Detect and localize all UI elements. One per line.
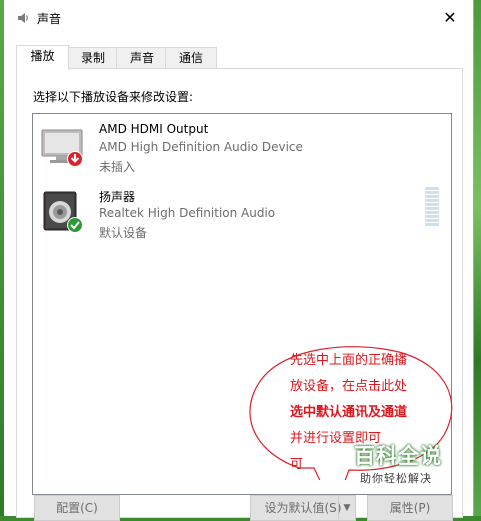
set-default-button[interactable]: 设为默认值(S) ▼ [250, 495, 356, 521]
watermark-logo: 百科全说 助你轻松解决 [342, 438, 452, 494]
watermark-title: 百科全说 [354, 444, 442, 468]
device-driver: AMD High Definition Audio Device [99, 140, 303, 154]
window-title: 声音 [37, 12, 62, 26]
device-status: 未插入 [99, 160, 136, 174]
configure-button[interactable]: 配置(C) [34, 495, 120, 521]
speaker-icon [43, 191, 83, 233]
title-bar: 声音 ✕ [4, 0, 473, 36]
device-status: 默认设备 [99, 226, 148, 240]
tab-recording[interactable]: 录制 [67, 47, 119, 69]
annotation-line-3: 选中默认通讯及通道 [290, 405, 408, 420]
instruction-label: 选择以下播放设备来修改设置: [33, 90, 194, 104]
volume-level-meter [425, 187, 439, 229]
device-item-hdmi[interactable]: AMD HDMI Output AMD High Definition Audi… [33, 114, 451, 174]
properties-button[interactable]: 属性(P) [367, 495, 453, 521]
sound-dialog: 声音 ✕ 播放 录制 声音 通信 选择以下播放设备来修改设置: AMD HDMI… [4, 0, 474, 521]
monitor-icon [41, 129, 83, 167]
speaker-title-icon [18, 13, 28, 23]
device-name: 扬声器 [99, 190, 136, 204]
device-driver: Realtek High Definition Audio [99, 206, 276, 220]
set-default-label: 设为默认值(S) [264, 501, 342, 515]
desktop-background-right [473, 0, 481, 516]
tab-communications[interactable]: 通信 [165, 47, 217, 69]
annotation-line-2: 放设备，在点击此处 [290, 379, 408, 394]
dropdown-arrow-icon[interactable]: ▼ [338, 496, 355, 520]
watermark-subtitle: 助你轻松解决 [360, 472, 432, 485]
tab-sounds[interactable]: 声音 [116, 47, 168, 69]
device-name: AMD HDMI Output [99, 122, 209, 136]
checkmark-badge-icon [68, 218, 82, 232]
annotation-line-1: 先选中上面的正确播 [290, 353, 408, 368]
tab-playback[interactable]: 播放 [16, 45, 69, 70]
device-item-speakers[interactable]: 扬声器 Realtek High Definition Audio 默认设备 [33, 180, 451, 240]
close-button[interactable]: ✕ [427, 0, 473, 36]
